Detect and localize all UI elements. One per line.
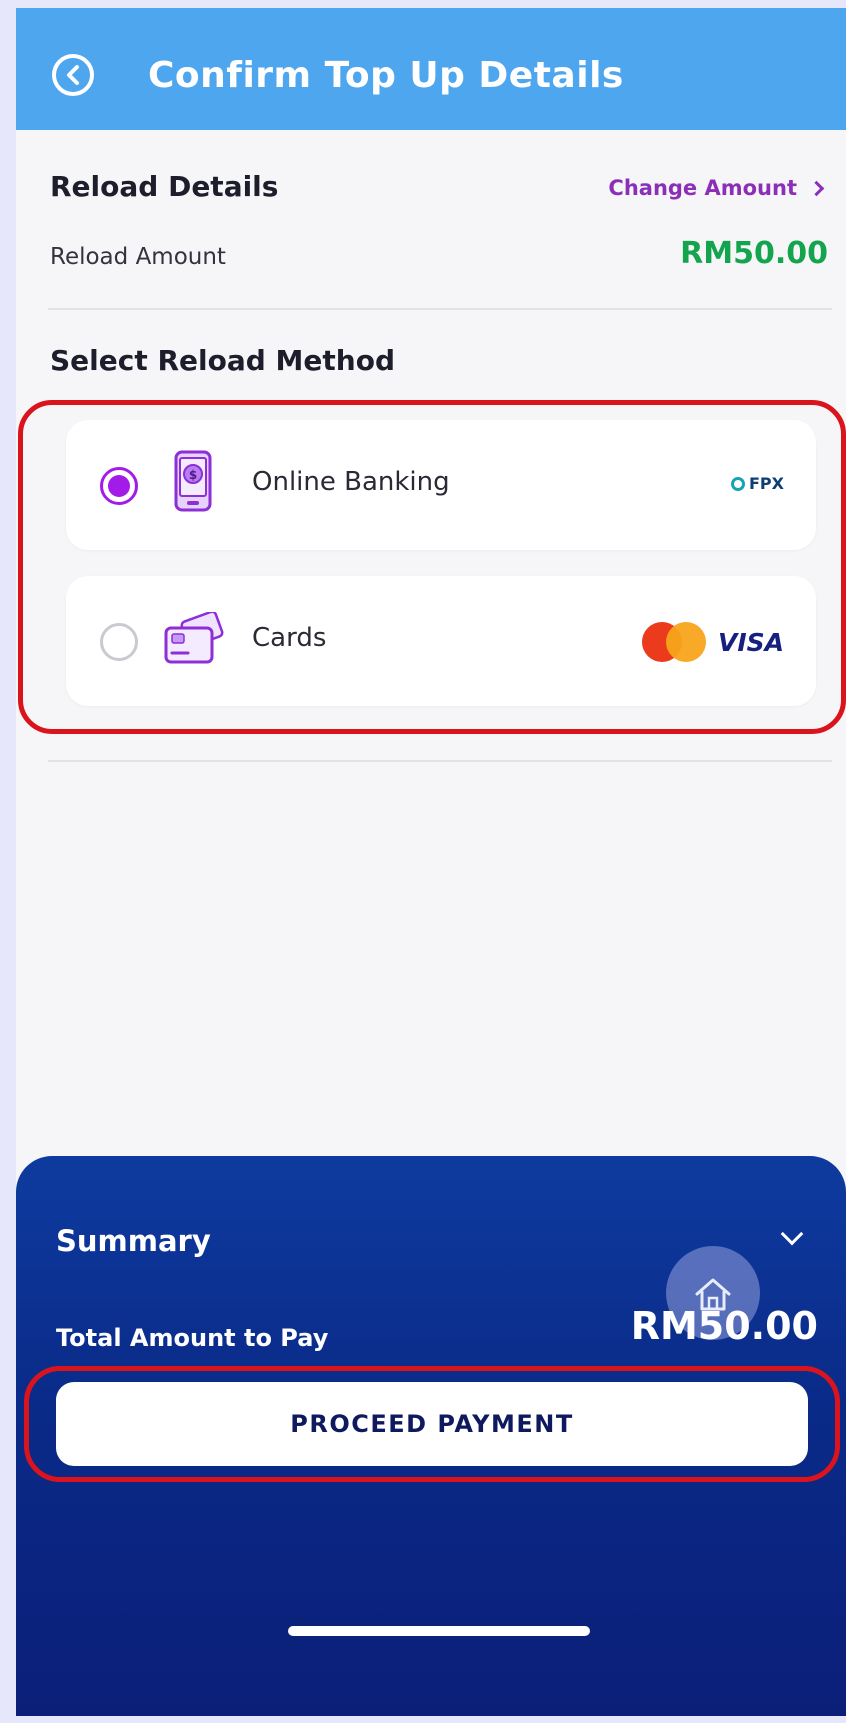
mastercard-logo-icon: [641, 622, 708, 662]
back-button[interactable]: [52, 54, 94, 96]
chevron-right-icon: [808, 180, 825, 196]
method-label: Cards: [252, 623, 327, 653]
chevron-left-icon: [67, 65, 79, 85]
change-amount-link[interactable]: Change Amount: [608, 176, 825, 200]
card-brand-logos: VISA: [641, 622, 784, 662]
fpx-logo: FPX: [731, 474, 784, 493]
app-header: Confirm Top Up Details: [16, 8, 846, 130]
reload-method-title: Select Reload Method: [50, 344, 395, 377]
proceed-payment-button[interactable]: PROCEED PAYMENT: [56, 1382, 808, 1466]
total-amount-value: RM50.00: [630, 1304, 818, 1348]
radio-cards[interactable]: [100, 623, 138, 661]
credit-card-icon: [164, 612, 224, 664]
summary-title: Summary: [56, 1224, 211, 1258]
page-title: Confirm Top Up Details: [148, 55, 624, 96]
radio-online-banking[interactable]: [100, 467, 138, 505]
method-option-cards[interactable]: Cards VISA: [66, 576, 816, 706]
visa-logo: VISA: [717, 627, 784, 657]
change-amount-label: Change Amount: [608, 176, 797, 200]
method-option-online-banking[interactable]: $ Online Banking FPX: [66, 420, 816, 550]
phone-screen: Confirm Top Up Details Reload Details Ch…: [16, 8, 846, 1716]
fpx-logo-text: FPX: [749, 474, 784, 493]
divider: [48, 308, 832, 310]
phone-payment-icon: $: [174, 450, 212, 512]
reload-amount-value: RM50.00: [680, 236, 828, 271]
reload-details-title: Reload Details: [50, 170, 279, 203]
reload-amount-label: Reload Amount: [50, 244, 226, 270]
home-indicator-bar[interactable]: [288, 1626, 590, 1636]
method-label: Online Banking: [252, 467, 450, 497]
fpx-ring-icon: [731, 476, 745, 491]
chevron-down-icon[interactable]: [780, 1222, 804, 1246]
divider: [48, 760, 832, 762]
svg-text:$: $: [189, 468, 197, 482]
total-amount-label: Total Amount to Pay: [56, 1324, 329, 1352]
